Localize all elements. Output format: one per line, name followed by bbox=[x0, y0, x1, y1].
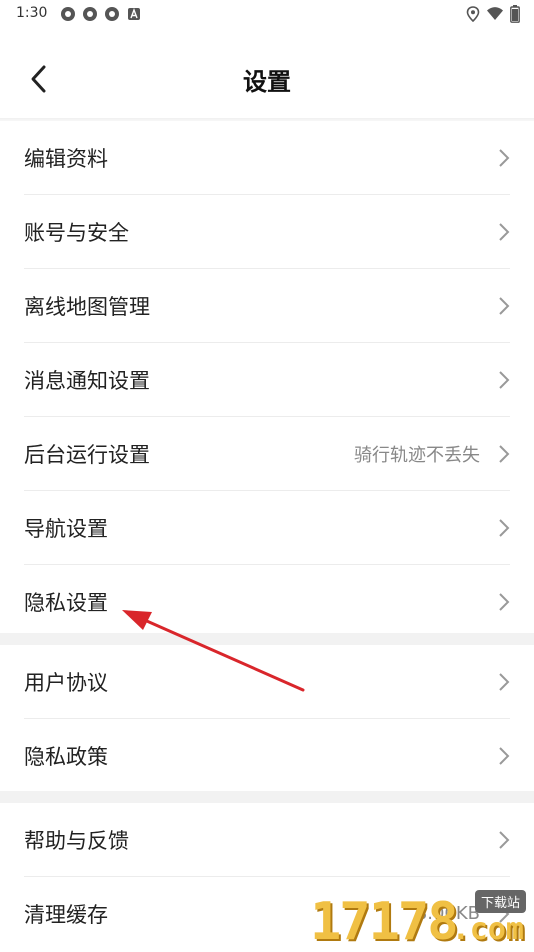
chevron-right-icon bbox=[499, 519, 510, 537]
settings-item-label: 账号与安全 bbox=[24, 220, 129, 245]
status-time: 1:30 bbox=[16, 5, 48, 21]
app-icon bbox=[105, 7, 119, 21]
chevron-right-icon bbox=[499, 149, 510, 167]
wifi-icon bbox=[487, 7, 503, 20]
settings-item-privacy-settings[interactable]: 隐私设置 bbox=[24, 565, 510, 638]
settings-item-value: 骑行轨迹不丢失 bbox=[354, 444, 480, 466]
watermark-domain: .com bbox=[451, 912, 524, 947]
status-bar: 1:30 bbox=[0, 0, 534, 28]
group-divider bbox=[0, 791, 534, 803]
chevron-right-icon bbox=[499, 223, 510, 241]
app-icon bbox=[83, 7, 97, 21]
page-title: 设置 bbox=[243, 68, 291, 96]
chevron-right-icon bbox=[499, 747, 510, 765]
settings-item-label: 帮助与反馈 bbox=[24, 828, 129, 853]
settings-group-legal: 用户协议 隐私政策 bbox=[0, 645, 534, 792]
chevron-right-icon bbox=[499, 673, 510, 691]
watermark-logo: 17178 下载站 .com bbox=[306, 890, 528, 952]
location-icon bbox=[466, 6, 480, 22]
settings-item-offline-maps[interactable]: 离线地图管理 bbox=[24, 269, 510, 343]
settings-item-label: 后台运行设置 bbox=[24, 442, 150, 467]
settings-item-label: 消息通知设置 bbox=[24, 368, 150, 393]
settings-item-navigation[interactable]: 导航设置 bbox=[24, 491, 510, 565]
a-icon bbox=[128, 8, 140, 20]
settings-item-background-run[interactable]: 后台运行设置 骑行轨迹不丢失 bbox=[24, 417, 510, 491]
status-notification-icons bbox=[60, 6, 142, 22]
chevron-right-icon bbox=[499, 297, 510, 315]
chevron-right-icon bbox=[499, 371, 510, 389]
top-app-bar: 设置 bbox=[0, 28, 534, 120]
settings-item-edit-profile[interactable]: 编辑资料 bbox=[24, 121, 510, 195]
settings-item-account-security[interactable]: 账号与安全 bbox=[24, 195, 510, 269]
settings-item-label: 隐私政策 bbox=[24, 744, 108, 769]
settings-item-label: 隐私设置 bbox=[24, 590, 108, 615]
settings-item-help-feedback[interactable]: 帮助与反馈 bbox=[24, 803, 510, 877]
settings-item-label: 离线地图管理 bbox=[24, 294, 150, 319]
settings-group-account: 编辑资料 账号与安全 离线地图管理 消息通知设置 后台运行设置 骑行轨迹不丢失 … bbox=[0, 121, 534, 638]
settings-item-label: 用户协议 bbox=[24, 670, 108, 695]
settings-item-label: 编辑资料 bbox=[24, 146, 108, 171]
settings-item-notifications[interactable]: 消息通知设置 bbox=[24, 343, 510, 417]
status-system-icons bbox=[466, 5, 520, 23]
settings-item-label: 清理缓存 bbox=[24, 902, 108, 927]
group-divider bbox=[0, 633, 534, 645]
chevron-right-icon bbox=[499, 593, 510, 611]
chevron-right-icon bbox=[499, 445, 510, 463]
settings-item-label: 导航设置 bbox=[24, 516, 108, 541]
app-icon bbox=[61, 7, 75, 21]
battery-icon bbox=[510, 5, 520, 23]
watermark-number: 17178 bbox=[310, 892, 459, 952]
settings-item-privacy-policy[interactable]: 隐私政策 bbox=[24, 719, 510, 792]
chevron-right-icon bbox=[499, 831, 510, 849]
settings-item-user-agreement[interactable]: 用户协议 bbox=[24, 645, 510, 719]
watermark-badge: 下载站 bbox=[474, 890, 526, 913]
